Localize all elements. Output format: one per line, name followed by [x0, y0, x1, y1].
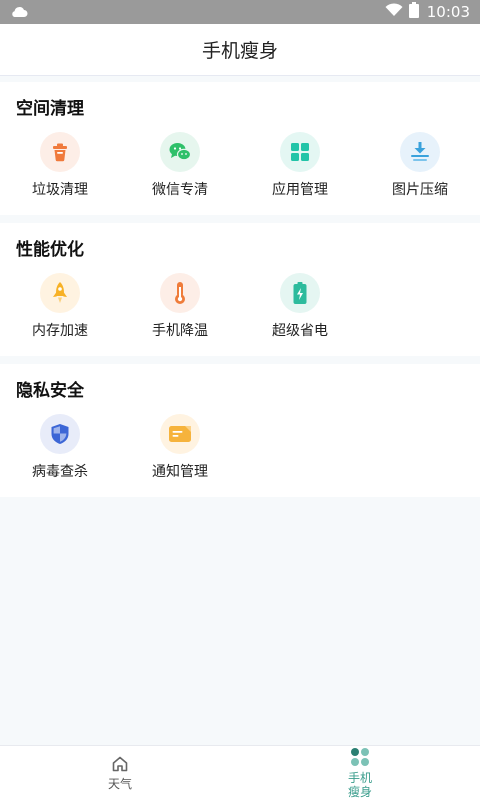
- tool-label: 微信专清: [152, 182, 208, 198]
- section-title: 空间清理: [16, 99, 84, 119]
- nav-tab-weather[interactable]: 天气: [0, 746, 240, 800]
- tool-label: 手机降温: [152, 323, 208, 339]
- tool-label: 病毒查杀: [32, 464, 88, 480]
- page-title: 手机瘦身: [201, 40, 278, 62]
- dots-grid-icon: [350, 747, 370, 771]
- phone-cooling-button[interactable]: 手机降温: [120, 273, 240, 340]
- image-compress-button[interactable]: 图片压缩: [360, 132, 480, 199]
- shield-icon: [40, 414, 80, 454]
- app-manage-button[interactable]: 应用管理: [240, 132, 360, 199]
- virus-scan-button[interactable]: 病毒查杀: [0, 414, 120, 481]
- notification-manage-button[interactable]: 通知管理: [120, 414, 240, 481]
- nav-label: 天气: [107, 777, 132, 791]
- tool-sections: 空间清理 垃圾清理 微信专清 应用管理 图片压缩 性能优化 内存加速 手机降温 …: [0, 82, 480, 505]
- section-privacy: 隐私安全 病毒查杀 通知管理: [0, 364, 480, 497]
- section-title: 隐私安全: [16, 381, 84, 401]
- status-bar: 10:03: [0, 0, 480, 24]
- tool-label: 超级省电: [272, 323, 328, 339]
- bottom-nav: 天气 手机 瘦身: [0, 745, 480, 800]
- junk-clean-button[interactable]: 垃圾清理: [0, 132, 120, 199]
- apps-grid-icon: [280, 132, 320, 172]
- nav-label-line1: 手机: [347, 771, 372, 785]
- tool-label: 垃圾清理: [32, 182, 88, 198]
- nav-label-line2: 瘦身: [347, 785, 372, 799]
- download-compress-icon: [400, 132, 440, 172]
- app-header: 手机瘦身: [0, 24, 480, 76]
- tool-label: 图片压缩: [392, 182, 448, 198]
- wifi-icon: [385, 3, 403, 21]
- nav-tab-phone-slim[interactable]: 手机 瘦身: [240, 746, 480, 800]
- thermometer-icon: [160, 273, 200, 313]
- wechat-clean-button[interactable]: 微信专清: [120, 132, 240, 199]
- tool-label: 内存加速: [32, 323, 88, 339]
- home-icon: [111, 755, 129, 777]
- battery-saver-button[interactable]: 超级省电: [240, 273, 360, 340]
- section-title: 性能优化: [16, 240, 84, 260]
- wechat-icon: [160, 132, 200, 172]
- rocket-icon: [40, 273, 80, 313]
- section-space-cleanup: 空间清理 垃圾清理 微信专清 应用管理 图片压缩: [0, 82, 480, 215]
- memory-boost-button[interactable]: 内存加速: [0, 273, 120, 340]
- cloud-icon: [10, 3, 28, 22]
- tool-label: 应用管理: [272, 182, 328, 198]
- tool-label: 通知管理: [152, 464, 208, 480]
- battery-charge-icon: [280, 273, 320, 313]
- battery-icon: [408, 2, 419, 22]
- status-time: 10:03: [426, 3, 470, 21]
- trash-icon: [40, 132, 80, 172]
- section-performance: 性能优化 内存加速 手机降温 超级省电: [0, 223, 480, 356]
- message-icon: [160, 414, 200, 454]
